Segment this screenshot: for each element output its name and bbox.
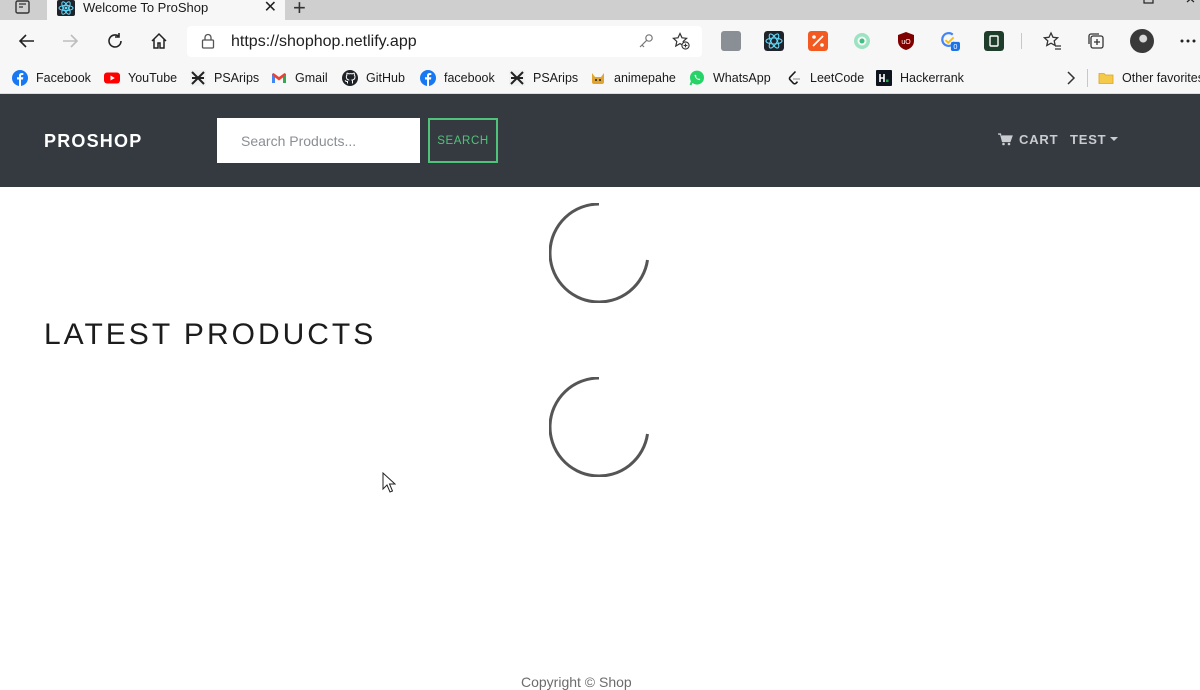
tab-actions-icon[interactable]: [14, 0, 32, 16]
home-icon: [151, 32, 167, 49]
bookmark-label: Gmail: [295, 71, 328, 85]
grammar-check-icon[interactable]: 0: [940, 31, 960, 51]
folder-icon: [1098, 73, 1114, 84]
brand-logo[interactable]: PROSHOP: [44, 131, 142, 151]
hackerrank-icon: [876, 70, 892, 86]
bookmarks-bar: Facebook YouTube PSArips Gmail GitHub fa…: [0, 63, 1200, 94]
mouse-cursor-icon: [382, 472, 396, 493]
react-devtools-icon[interactable]: [764, 31, 784, 51]
bookmark-label: facebook: [444, 71, 495, 85]
new-tab-icon[interactable]: +: [293, 0, 306, 19]
key-icon[interactable]: [638, 33, 654, 49]
profile-avatar[interactable]: [1130, 29, 1154, 53]
bookmark-gmail[interactable]: Gmail: [271, 67, 328, 89]
user-label: TEST: [1070, 132, 1107, 147]
bookmark-label: Hackerrank: [900, 71, 964, 85]
toolbar-divider: [1021, 33, 1022, 49]
site-header: PROSHOP SEARCH CART TEST: [0, 94, 1200, 187]
active-tab[interactable]: Welcome To ProShop ✕: [47, 0, 285, 20]
cart-link[interactable]: CART: [998, 132, 1058, 147]
bookmarks-divider: [1087, 69, 1088, 87]
svg-text:uO: uO: [901, 39, 911, 46]
ublock-icon[interactable]: uO: [896, 31, 916, 51]
bookmark-whatsapp[interactable]: WhatsApp: [689, 67, 771, 89]
youtube-icon: [104, 72, 120, 84]
close-window-icon[interactable]: [1186, 0, 1200, 6]
bookmark-hackerrank[interactable]: Hackerrank: [876, 67, 964, 89]
user-menu-toggle[interactable]: TEST: [1070, 132, 1119, 147]
collections-icon[interactable]: [1086, 31, 1106, 51]
forward-arrow-icon: [63, 34, 79, 48]
cart-label: CART: [1019, 132, 1059, 147]
bookmark-psarips[interactable]: PSArips: [190, 67, 259, 89]
animepahe-icon: [592, 73, 604, 84]
refresh-button[interactable]: [102, 28, 128, 54]
bookmark-label: YouTube: [128, 71, 178, 85]
add-favorite-icon[interactable]: [672, 32, 690, 50]
more-options-icon[interactable]: [1178, 31, 1198, 51]
facebook-icon: [12, 70, 28, 86]
bookmark-label: Other favorites: [1122, 71, 1200, 85]
bookmark-animepahe[interactable]: animepahe: [590, 67, 676, 89]
address-bar[interactable]: https://shophop.netlify.app: [187, 26, 702, 57]
back-button[interactable]: [14, 28, 40, 54]
restore-window-icon[interactable]: [1142, 0, 1156, 6]
bookmark-youtube[interactable]: YouTube: [104, 67, 177, 89]
bookmark-label: GitHub: [366, 71, 405, 85]
url-text[interactable]: https://shophop.netlify.app: [231, 33, 417, 51]
bookmark-other-favorites[interactable]: Other favorites: [1098, 67, 1200, 89]
react-icon: [57, 0, 75, 16]
bookmark-psarips-2[interactable]: PSArips: [509, 67, 578, 89]
psarips-icon: [509, 70, 525, 86]
back-arrow-icon: [18, 34, 34, 48]
svg-text:0: 0: [953, 42, 957, 51]
caret-down-icon: [1110, 136, 1119, 141]
search-input[interactable]: [217, 118, 420, 163]
lock-icon[interactable]: [201, 33, 215, 49]
search-button[interactable]: SEARCH: [428, 118, 498, 163]
bookmark-github[interactable]: GitHub: [342, 67, 405, 89]
leetcode-icon: [788, 70, 800, 85]
loading-spinner-icon: [549, 377, 649, 477]
bookmark-label: PSArips: [214, 71, 260, 85]
facebook-icon: [420, 70, 436, 86]
favorites-icon[interactable]: [1042, 31, 1062, 51]
refresh-icon: [108, 33, 122, 48]
section-title: LATEST PRODUCTS: [44, 318, 377, 351]
whatsapp-icon: [689, 70, 704, 86]
extension-avatar-icon[interactable]: [721, 31, 741, 51]
tab-title: Welcome To ProShop: [83, 0, 209, 15]
bookmark-label: Facebook: [36, 71, 91, 85]
psarips-icon: [190, 70, 206, 86]
browser-tab-strip: Welcome To ProShop ✕ +: [0, 0, 1200, 20]
bookmark-label: PSArips: [533, 71, 579, 85]
bookmark-label: animepahe: [614, 71, 676, 85]
github-icon: [342, 70, 358, 86]
colorzilla-icon[interactable]: [852, 31, 872, 51]
loading-spinner-icon: [549, 203, 649, 303]
forward-button[interactable]: [57, 28, 83, 54]
bookmark-facebook[interactable]: Facebook: [12, 67, 91, 89]
chevron-right-icon[interactable]: [1065, 71, 1077, 85]
bookmark-leetcode[interactable]: LeetCode: [786, 67, 864, 89]
close-tab-icon[interactable]: ✕: [264, 0, 277, 16]
gmail-icon: [272, 73, 286, 83]
percent-extension-icon[interactable]: [808, 31, 828, 51]
bookmark-facebook-2[interactable]: facebook: [420, 67, 495, 89]
cart-icon: [998, 133, 1013, 146]
browser-toolbar: https://shophop.netlify.app uO 0: [0, 20, 1200, 63]
dark-extension-icon[interactable]: [984, 31, 1004, 51]
bookmark-label: LeetCode: [810, 71, 865, 85]
home-button[interactable]: [146, 28, 172, 54]
bookmark-label: WhatsApp: [713, 71, 771, 85]
footer-copyright: Copyright © Shop: [521, 674, 632, 690]
